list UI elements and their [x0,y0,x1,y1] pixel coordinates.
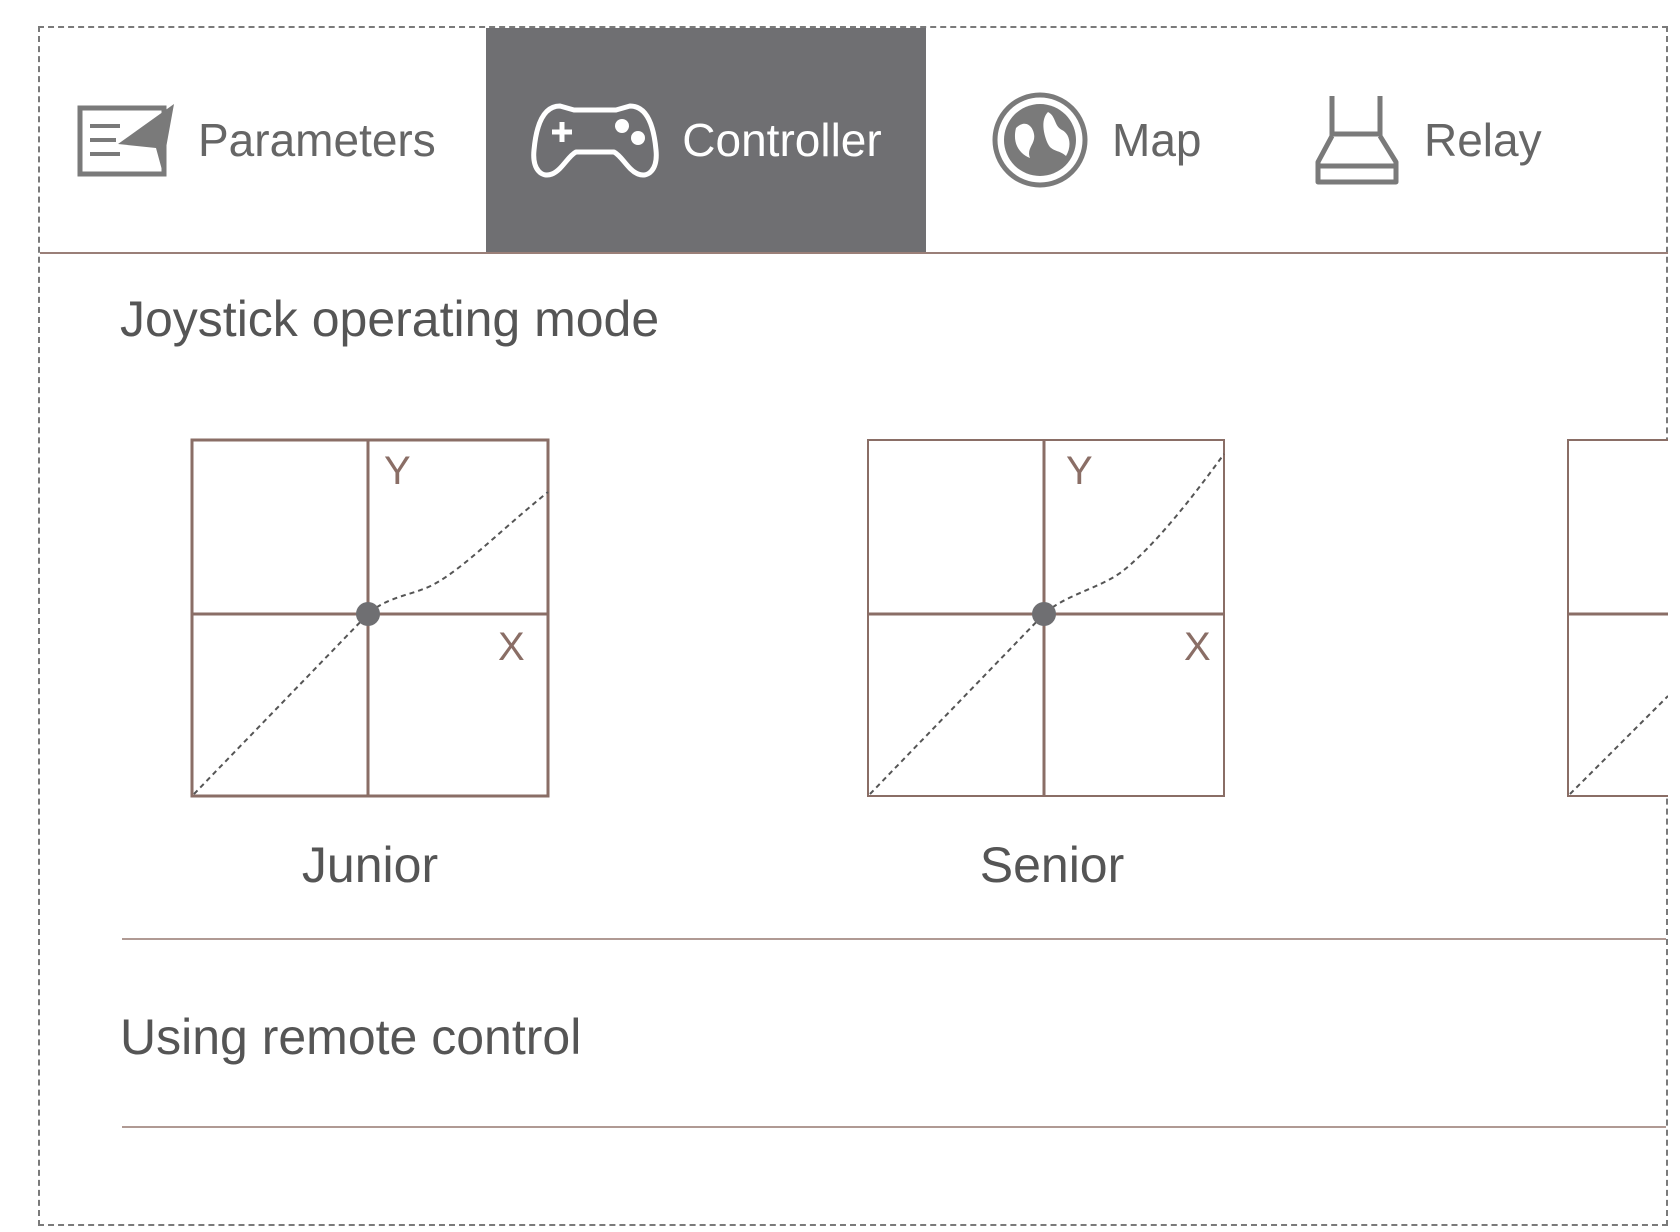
joystick-mode-title: Joystick operating mode [120,291,660,347]
remote-control-title[interactable]: Using remote control [120,1008,581,1066]
mode-option-junior[interactable]: Y X [186,434,556,804]
junior-curve-graph: Y X [190,438,550,798]
tab-map[interactable]: Map [990,28,1230,252]
senior-curve-graph: Y X [867,439,1225,797]
tab-relay-label: Relay [1424,114,1542,166]
gamepad-icon [530,98,660,182]
senior-axis-y: Y [1066,449,1093,493]
mode-label-junior: Junior [301,837,439,893]
mode-label-senior: Senior [979,837,1125,893]
tab-bar: Parameters Controller Map Relay [40,28,1668,254]
parameters-icon [76,100,176,180]
mode-option-senior[interactable]: Y X [862,434,1232,804]
mode-option-partial[interactable] [1562,434,1668,804]
globe-icon [990,90,1090,190]
junior-axis-y: Y [384,449,411,493]
section-divider-bottom [122,1126,1666,1128]
junior-axis-x: X [498,625,525,669]
tab-controller-label: Controller [682,114,882,166]
section-divider [122,938,1666,940]
senior-axis-x: X [1184,625,1211,669]
tab-parameters[interactable]: Parameters [76,28,486,252]
controller-settings-panel: Parameters Controller Map Relay Joystick… [38,26,1668,1226]
tab-relay[interactable]: Relay [1312,28,1612,252]
partial-curve-graph [1567,439,1668,797]
router-icon [1312,92,1402,188]
tab-parameters-label: Parameters [198,114,436,166]
tab-map-label: Map [1112,114,1202,166]
tab-controller[interactable]: Controller [486,28,926,252]
